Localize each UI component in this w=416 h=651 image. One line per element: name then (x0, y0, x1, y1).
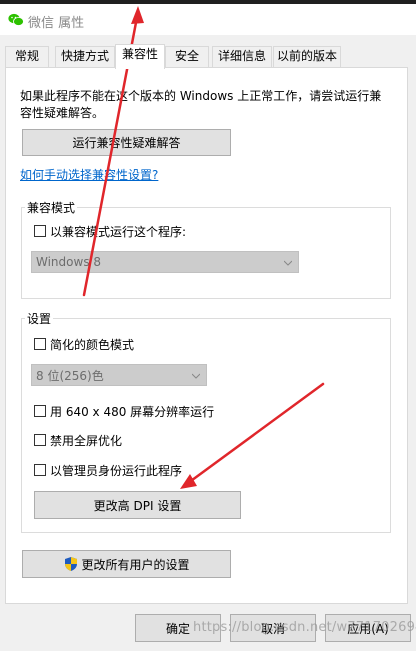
tab-shortcut[interactable]: 快捷方式 (55, 46, 115, 67)
manual-compat-link[interactable]: 如何手动选择兼容性设置? (20, 166, 158, 183)
disable-fullscreen-label: 禁用全屏优化 (50, 434, 123, 448)
intro-text-line2: 容性疑难解答。 (20, 106, 105, 120)
intro-text-line1: 如果此程序不能在这个版本的 Windows 上正常工作，请尝试运行兼 (20, 89, 382, 103)
compatibility-panel: 如果此程序不能在这个版本的 Windows 上正常工作，请尝试运行兼 容性疑难解… (5, 67, 408, 604)
chevron-down-icon (284, 260, 292, 266)
settings-legend: 设置 (25, 310, 54, 327)
ok-button[interactable]: 确定 (135, 614, 221, 642)
reduced-color-label: 简化的颜色模式 (50, 338, 135, 352)
title-bar: 微信 属性 (0, 4, 416, 35)
tab-security[interactable]: 安全 (165, 46, 209, 67)
run-admin-checkbox[interactable] (34, 464, 46, 476)
tab-bar: 常规 快捷方式 兼容性 安全 详细信息 以前的版本 (0, 44, 416, 69)
tab-compatibility[interactable]: 兼容性 (115, 44, 165, 69)
run-640-checkbox[interactable] (34, 405, 46, 417)
color-depth-select[interactable]: 8 位(256)色 (31, 364, 207, 386)
disable-fullscreen-checkbox[interactable] (34, 434, 46, 446)
os-version-value: Windows 8 (36, 255, 102, 269)
cancel-button[interactable]: 取消 (230, 614, 316, 642)
run-640-label: 用 640 x 480 屏幕分辨率运行 (50, 405, 215, 419)
tab-details[interactable]: 详细信息 (212, 46, 272, 67)
reduced-color-checkbox[interactable] (34, 338, 46, 350)
change-dpi-button[interactable]: 更改高 DPI 设置 (34, 491, 241, 519)
tab-previous-versions[interactable]: 以前的版本 (273, 46, 341, 67)
shield-icon (65, 557, 78, 571)
run-troubleshooter-button[interactable]: 运行兼容性疑难解答 (22, 129, 231, 156)
wechat-icon (8, 13, 24, 26)
window-title: 微信 属性 (28, 16, 85, 31)
color-depth-value: 8 位(256)色 (36, 368, 104, 383)
run-admin-label: 以管理员身份运行此程序 (50, 464, 183, 478)
os-version-select[interactable]: Windows 8 (31, 251, 299, 273)
compat-mode-legend: 兼容模式 (25, 199, 78, 216)
apply-button[interactable]: 应用(A) (325, 614, 411, 642)
tab-general[interactable]: 常规 (5, 46, 49, 67)
change-all-users-label: 更改所有用户的设置 (81, 557, 190, 572)
chevron-down-icon (192, 373, 200, 379)
compat-mode-checkbox[interactable] (34, 225, 46, 237)
compat-mode-label: 以兼容模式运行这个程序: (50, 225, 187, 239)
change-all-users-button[interactable]: 更改所有用户的设置 (22, 550, 231, 578)
